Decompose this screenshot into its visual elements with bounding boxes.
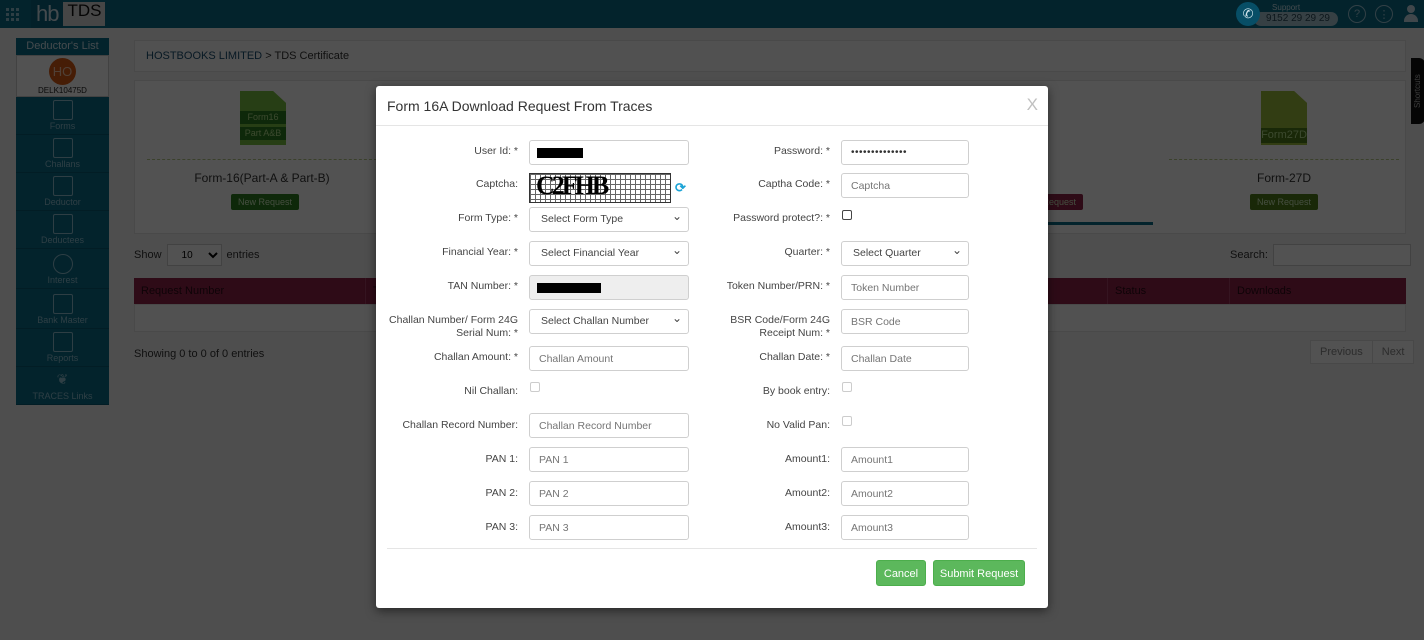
refresh-captcha-icon[interactable]: ⟳	[675, 180, 686, 196]
captcha-code-input[interactable]	[841, 173, 969, 198]
amount3-label: Amount3:	[785, 521, 830, 533]
book-entry-label: By book entry:	[762, 385, 830, 397]
amount2-input[interactable]	[841, 481, 969, 506]
financial-year-select[interactable]: Select Financial Year	[529, 239, 689, 266]
challan-number-label: Challan Number/ Form 24G Serial Num: *	[378, 314, 518, 340]
pan1-label: PAN 1:	[485, 453, 518, 465]
modal-title: Form 16A Download Request From Traces	[387, 98, 653, 114]
password-field[interactable]: ••••••••••••••	[841, 140, 969, 165]
captcha-code-label: Captha Code: *	[758, 178, 830, 190]
cancel-button[interactable]: Cancel	[876, 560, 926, 586]
captcha-image: C2FHB	[529, 173, 671, 203]
challan-amount-input[interactable]	[529, 346, 689, 371]
modal-header: Form 16A Download Request From Traces X	[376, 86, 1048, 126]
form-type-label: Form Type: *	[458, 212, 518, 224]
user-id-field[interactable]	[529, 140, 689, 165]
book-entry-checkbox[interactable]	[842, 382, 852, 392]
challan-amount-label: Challan Amount: *	[433, 351, 518, 363]
pan3-label: PAN 3:	[485, 521, 518, 533]
bsr-code-label: BSR Code/Form 24G Receipt Num: *	[710, 314, 830, 340]
captcha-label: Captcha:	[475, 178, 518, 190]
token-number-label: Token Number/PRN: *	[726, 280, 830, 292]
amount2-label: Amount2:	[785, 487, 830, 499]
nil-challan-label: Nil Challan:	[464, 385, 518, 397]
form16a-request-modal: Form 16A Download Request From Traces X …	[376, 86, 1048, 608]
submit-request-button[interactable]: Submit Request	[933, 560, 1025, 586]
bsr-code-label-line1: BSR Code/Form 24G	[730, 314, 830, 326]
nil-challan-checkbox[interactable]	[530, 382, 540, 392]
token-number-input[interactable]	[841, 275, 969, 300]
redacted-value	[537, 283, 601, 293]
no-valid-pan-checkbox[interactable]	[842, 416, 852, 426]
pan2-input[interactable]	[529, 481, 689, 506]
redacted-value	[537, 148, 583, 158]
amount1-label: Amount1:	[785, 453, 830, 465]
pan2-label: PAN 2:	[485, 487, 518, 499]
challan-number-label-line1: Challan Number/ Form 24G	[389, 314, 518, 326]
quarter-label: Quarter: *	[784, 246, 830, 258]
challan-record-number-label: Challan Record Number:	[402, 419, 518, 431]
phone-icon: ✆	[1236, 2, 1261, 26]
user-id-label: User Id: *	[474, 145, 518, 157]
challan-date-label: Challan Date: *	[759, 351, 830, 363]
no-valid-pan-label: No Valid Pan:	[766, 419, 830, 431]
challan-number-select[interactable]: Select Challan Number	[529, 307, 689, 334]
password-protect-label: Password protect?: *	[733, 212, 830, 224]
form-type-select[interactable]: Select Form Type	[529, 205, 689, 232]
password-label: Password: *	[773, 145, 830, 157]
bsr-code-label-line2: Receipt Num: *	[759, 327, 830, 339]
password-protect-checkbox[interactable]	[842, 210, 852, 220]
close-icon[interactable]: X	[1027, 95, 1038, 115]
challan-date-input[interactable]	[841, 346, 969, 371]
quarter-select[interactable]: Select Quarter	[841, 239, 969, 266]
pan3-input[interactable]	[529, 515, 689, 540]
captcha-text: C2FHB	[536, 173, 609, 200]
modal-footer-divider	[387, 548, 1037, 549]
challan-number-label-line2: Serial Num: *	[456, 327, 518, 339]
amount1-input[interactable]	[841, 447, 969, 472]
challan-record-number-input[interactable]	[529, 413, 689, 438]
tan-number-label: TAN Number: *	[447, 280, 518, 292]
tan-number-field	[529, 275, 689, 300]
financial-year-label: Financial Year: *	[442, 246, 518, 258]
bsr-code-input[interactable]	[841, 309, 969, 334]
pan1-input[interactable]	[529, 447, 689, 472]
amount3-input[interactable]	[841, 515, 969, 540]
